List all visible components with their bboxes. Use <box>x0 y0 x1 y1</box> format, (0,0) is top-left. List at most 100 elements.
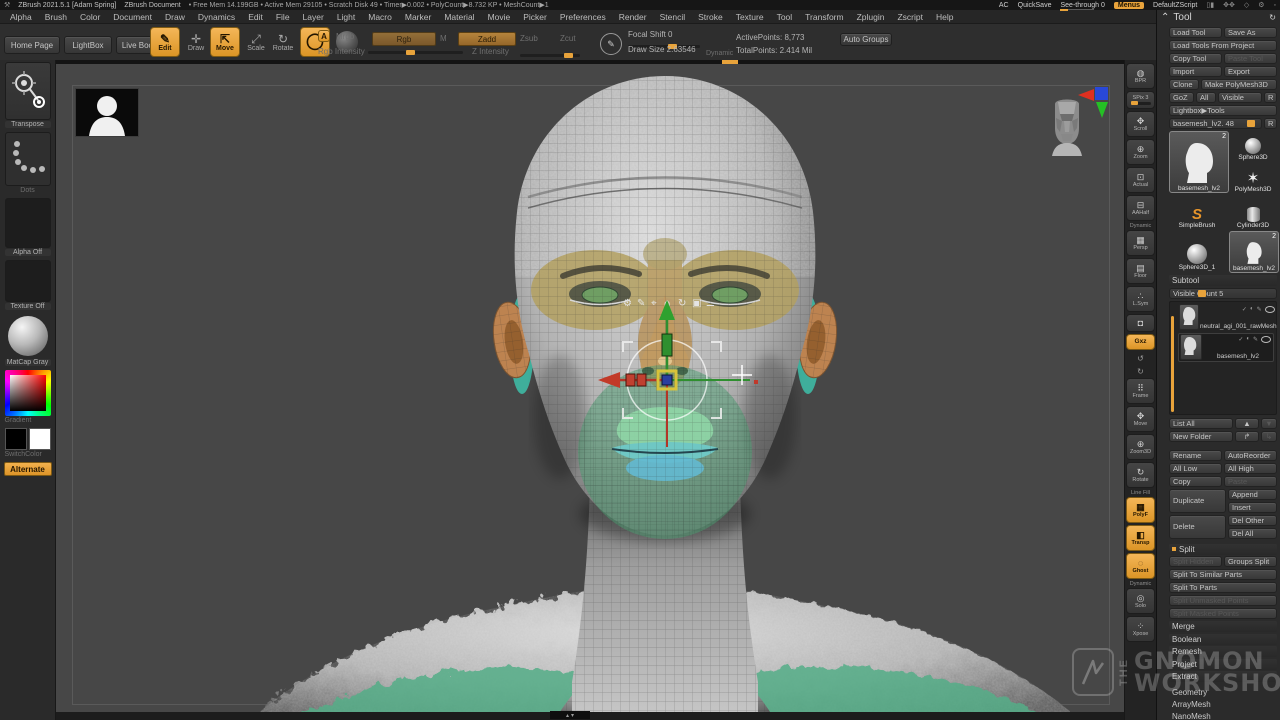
help-circle-icon[interactable]: ◦ <box>1274 2 1276 9</box>
menu-preferences[interactable]: Preferences <box>560 12 606 22</box>
menu-stroke[interactable]: Stroke <box>698 12 723 22</box>
goz-r-button[interactable]: R <box>1264 92 1277 103</box>
scroll-button[interactable]: ✥Scroll <box>1126 111 1155 137</box>
eye-icon[interactable] <box>1261 336 1271 343</box>
document-canvas[interactable]: ⚙ ✎ ⌖ ⌂ ↻ ▣ ⚊ <box>56 60 1124 720</box>
active-tool-slider-handle[interactable] <box>1247 120 1255 127</box>
merge-section-header[interactable]: Merge <box>1169 621 1277 632</box>
menus-button[interactable]: Menus <box>1114 2 1144 9</box>
xpose-button[interactable]: ⁘Xpose <box>1126 616 1155 642</box>
m-toggle[interactable]: M <box>440 34 447 43</box>
camera-next-icon[interactable]: ↻ <box>1132 365 1150 377</box>
goz-visible-button[interactable]: Visible <box>1218 92 1262 103</box>
arraymesh-section[interactable]: ArrayMesh <box>1169 699 1277 711</box>
split-similar-button[interactable]: Split To Similar Parts <box>1169 569 1277 580</box>
goz-all-button[interactable]: All <box>1196 92 1216 103</box>
color-picker-gradient[interactable] <box>5 370 51 416</box>
transpose-tool[interactable]: Transpose <box>5 62 51 128</box>
move-3d-button[interactable]: ✥Move <box>1126 406 1155 432</box>
delete-button[interactable]: Delete <box>1169 515 1226 539</box>
user-icon[interactable]: ◇ <box>1244 1 1249 9</box>
palette-restore-icon[interactable]: ↻ <box>1269 13 1276 22</box>
frame-button[interactable]: ⠿Frame <box>1126 378 1155 404</box>
menu-brush[interactable]: Brush <box>45 12 67 22</box>
canvas-bottom-scroll-widget[interactable]: ▴▾ <box>550 711 590 719</box>
scroll-up-icon[interactable]: ▴ <box>566 712 569 719</box>
rename-button[interactable]: Rename <box>1169 450 1222 461</box>
copy-tool-button[interactable]: Copy Tool <box>1169 53 1222 64</box>
tool-cylinder3d[interactable]: Cylinder3D <box>1231 195 1275 229</box>
subtool-brush-icon[interactable]: ✓ <box>1238 336 1243 343</box>
gear-icon[interactable]: ⚙ <box>1258 1 1264 9</box>
z-intensity-slider[interactable] <box>520 54 580 57</box>
scale-mode-button[interactable]: ⤢Scale <box>244 27 268 57</box>
menu-alpha[interactable]: Alpha <box>10 12 32 22</box>
alternate-button[interactable]: Alternate <box>4 462 52 476</box>
extract-section-header[interactable]: Extract <box>1169 671 1277 682</box>
tool-simplebrush[interactable]: S SimpleBrush <box>1169 195 1225 229</box>
see-through-slider[interactable]: See-through 0 <box>1060 2 1104 9</box>
mrgb-toggle[interactable]: Mrgb <box>336 32 354 41</box>
lightbox-tools-button[interactable]: Lightbox▶Tools <box>1169 105 1277 116</box>
tool-sphere3d[interactable]: Sphere3D <box>1231 131 1275 161</box>
auto-reorder-button[interactable]: AutoReorder <box>1224 450 1277 461</box>
texture-selector[interactable]: Texture Off <box>5 260 51 310</box>
actual-button[interactable]: ⊡Actual <box>1126 167 1155 193</box>
scroll-down-icon[interactable]: ▾ <box>571 712 574 719</box>
brush-modifier-icon[interactable]: ✎ <box>600 33 622 55</box>
spix-slider[interactable]: SPix 3 <box>1126 91 1155 109</box>
menu-file[interactable]: File <box>276 12 290 22</box>
make-polymesh3d-button[interactable]: Make PolyMesh3D <box>1201 79 1277 90</box>
menu-material[interactable]: Material <box>444 12 474 22</box>
zoom-button[interactable]: ⊕Zoom <box>1126 139 1155 165</box>
menu-render[interactable]: Render <box>619 12 647 22</box>
subtool-pen-icon[interactable]: ✎ <box>1257 306 1262 313</box>
new-folder-button[interactable]: New Folder <box>1169 431 1233 442</box>
subtool-thumbnail[interactable] <box>1179 304 1199 330</box>
ghost-button[interactable]: ◌Ghost <box>1126 553 1155 579</box>
menu-draw[interactable]: Draw <box>165 12 185 22</box>
tool-polymesh3d[interactable]: ✶ PolyMesh3D <box>1231 163 1275 193</box>
zadd-slider[interactable]: Zadd <box>458 32 516 46</box>
rgb-intensity-handle[interactable] <box>406 50 415 55</box>
transparency-button[interactable]: ◧Transp <box>1126 525 1155 551</box>
home-page-button[interactable]: Home Page <box>4 36 60 54</box>
visible-count-handle[interactable] <box>1198 290 1206 297</box>
menu-tool[interactable]: Tool <box>777 12 793 22</box>
dynamic-draw-size-toggle[interactable]: Dynamic <box>706 50 733 57</box>
save-as-button[interactable]: Save As <box>1224 27 1277 38</box>
copy-subtool-button[interactable]: Copy <box>1169 476 1222 487</box>
rgb-slider[interactable]: Rgb <box>372 32 436 46</box>
menu-picker[interactable]: Picker <box>523 12 547 22</box>
ac-toggle[interactable]: AC <box>999 2 1009 9</box>
floor-button[interactable]: ▤Floor <box>1126 258 1155 284</box>
edit-mode-button[interactable]: ✎Edit <box>150 27 180 57</box>
nanomesh-section[interactable]: NanoMesh <box>1169 711 1277 720</box>
rgb-intensity-slider[interactable] <box>368 51 463 54</box>
move-mode-button[interactable]: ⇱Move <box>210 27 240 57</box>
subtool-scrollbar[interactable] <box>1171 316 1174 412</box>
subtool-brush-icon[interactable]: ✓ <box>1242 306 1247 313</box>
del-other-button[interactable]: Del Other <box>1228 515 1277 526</box>
subtool-item-rawmesh[interactable]: ✓◐✎ neutral_agi_001_rawMesh <box>1178 304 1274 331</box>
load-tools-from-project-button[interactable]: Load Tools From Project <box>1169 40 1277 51</box>
subtool-item-basemesh[interactable]: ✓◐✎ basemesh_lv2 <box>1178 333 1274 362</box>
project-section-header[interactable]: Project <box>1169 659 1277 670</box>
palette-back-icon[interactable]: ⌃ <box>1161 12 1169 23</box>
append-button[interactable]: Append <box>1228 489 1277 500</box>
saturation-square[interactable] <box>10 375 46 411</box>
zcut-toggle[interactable]: Zcut <box>560 34 576 43</box>
duplicate-button[interactable]: Duplicate <box>1169 489 1226 513</box>
bpr-button[interactable]: ◍BPR <box>1126 63 1155 89</box>
active-tool-slider[interactable]: basemesh_lv2. 48 <box>1169 118 1262 129</box>
menu-marker[interactable]: Marker <box>405 12 431 22</box>
menu-layer[interactable]: Layer <box>303 12 324 22</box>
subtool-section-header[interactable]: Subtool <box>1169 275 1277 286</box>
rotate-mode-button[interactable]: ↻Rotate <box>270 27 296 57</box>
quicksave-button[interactable]: QuickSave <box>1018 2 1052 9</box>
z-intensity-handle[interactable] <box>564 53 573 58</box>
menu-stencil[interactable]: Stencil <box>660 12 686 22</box>
eye-icon[interactable] <box>1265 306 1275 313</box>
menu-edit[interactable]: Edit <box>248 12 263 22</box>
menu-color[interactable]: Color <box>80 12 100 22</box>
